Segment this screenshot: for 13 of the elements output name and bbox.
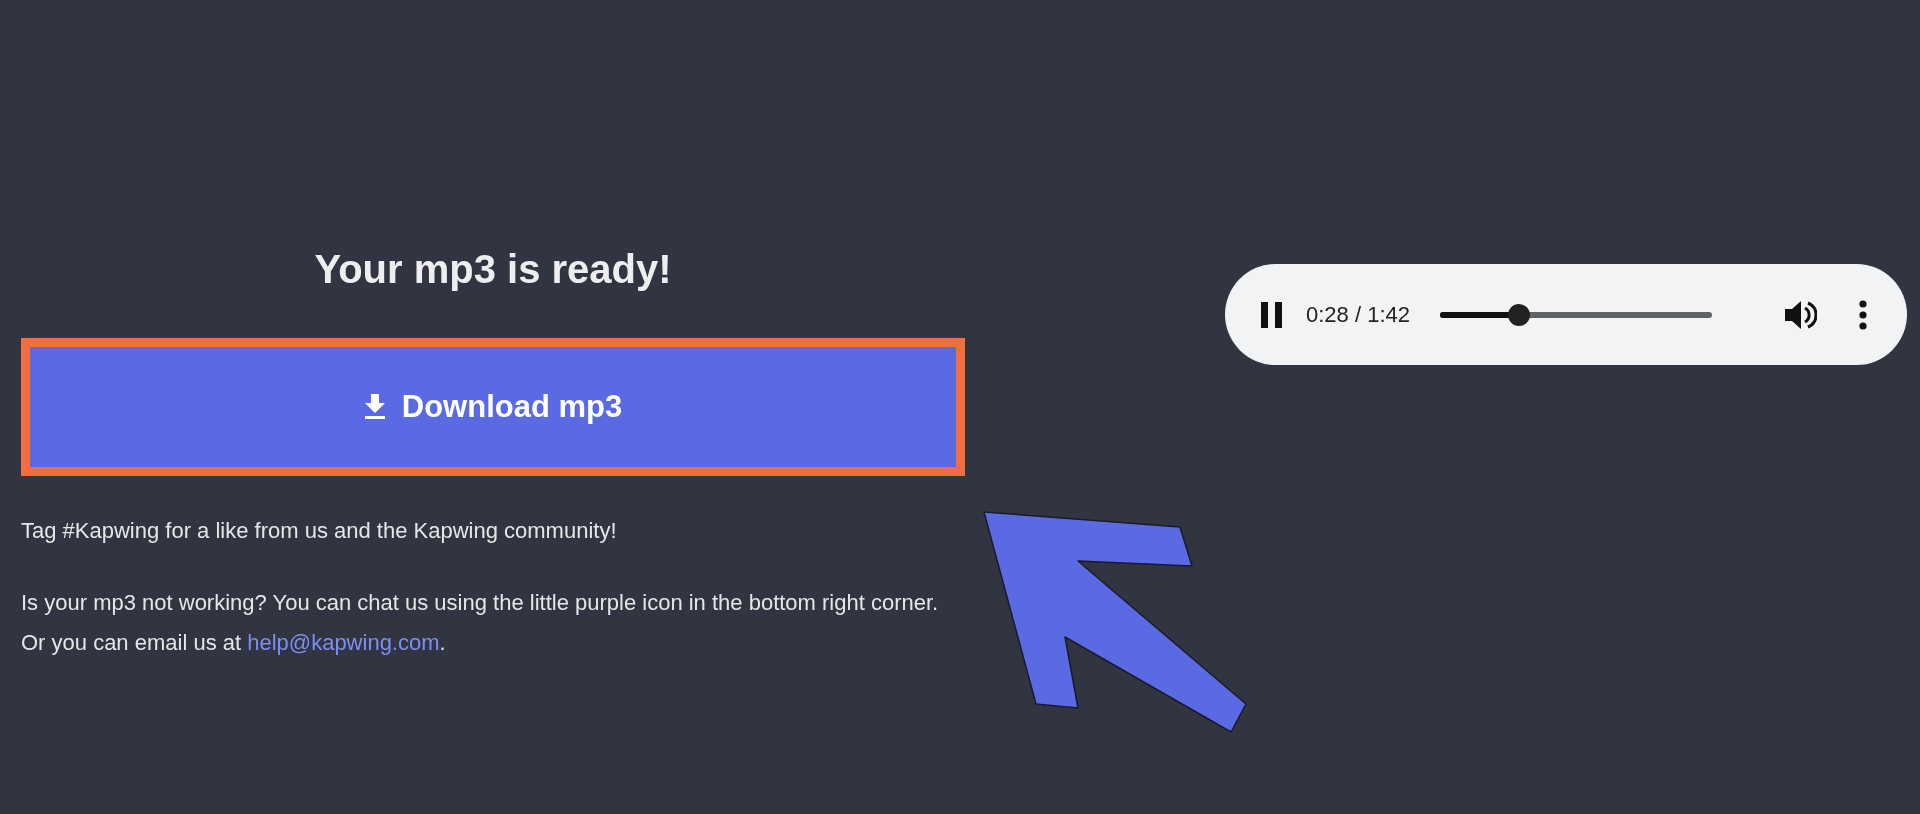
slider-thumb[interactable]: [1507, 303, 1530, 326]
email-link[interactable]: help@kapwing.com: [247, 630, 440, 655]
time-display: 0:28 / 1:42: [1306, 301, 1410, 329]
pause-button[interactable]: [1260, 301, 1284, 328]
more-options-icon[interactable]: [1859, 299, 1867, 330]
page-title: Your mp3 is ready!: [314, 246, 672, 293]
volume-icon[interactable]: [1783, 298, 1817, 331]
pause-icon: [1260, 301, 1284, 328]
help-paragraph: Is your mp3 not working? You can chat us using the little purple icon in the bottom right corner. Or you can email us at help@kapwing.com.: [21, 589, 940, 657]
seek-slider[interactable]: [1440, 302, 1712, 327]
download-button[interactable]: Download mp3: [21, 338, 965, 476]
download-icon: [363, 394, 386, 420]
tag-note: Tag #Kapwing for a like from us and the Kapwing community!: [21, 517, 618, 545]
